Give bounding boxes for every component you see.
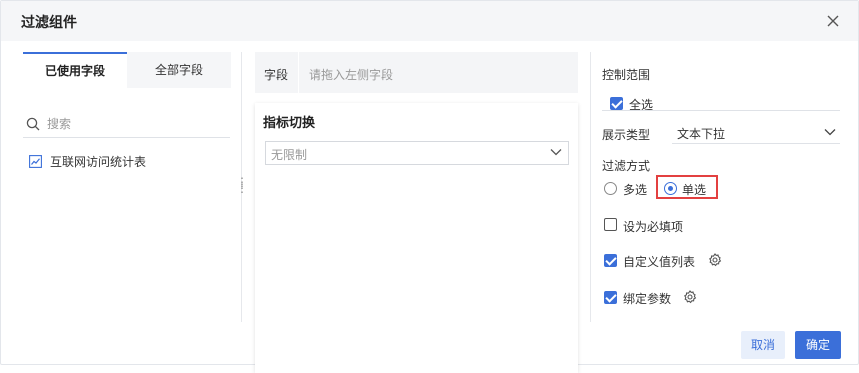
ok-button[interactable]: 确定 [795, 331, 841, 359]
field-search [23, 111, 230, 138]
select-all-checkbox[interactable] [610, 97, 623, 110]
field-drop-zone[interactable]: 请拖入左侧字段 [298, 52, 579, 93]
radio-single[interactable] [664, 182, 677, 195]
dialog-titlebar: 过滤组件 [1, 1, 858, 41]
display-type-select[interactable]: 文本下拉 [672, 118, 840, 144]
tab-all-fields[interactable]: 全部字段 [127, 52, 231, 88]
filter-mode-label: 过滤方式 [602, 159, 651, 173]
divider [590, 52, 591, 322]
cancel-button[interactable]: 取消 [741, 331, 785, 359]
control-range-label: 控制范围 [602, 68, 651, 82]
filter-select-value: 无限制 [271, 148, 308, 162]
required-checkbox[interactable] [604, 218, 617, 231]
radio-single-label: 单选 [682, 183, 707, 197]
filter-preview-card: 指标切换 无限制 [255, 103, 578, 373]
divider [672, 143, 840, 144]
drag-handle-icon[interactable]: ⋮ ⋮ [236, 176, 248, 197]
chevron-down-icon [550, 149, 562, 156]
field-drop-bar: 字段 请拖入左侧字段 [255, 52, 578, 93]
close-icon[interactable] [826, 14, 840, 28]
display-type-label: 展示类型 [602, 128, 651, 142]
bind-params-checkbox[interactable] [604, 291, 617, 304]
gear-icon[interactable] [708, 253, 722, 267]
field-tabs: 已使用字段 全部字段 [23, 52, 231, 88]
gear-icon[interactable] [683, 290, 697, 304]
tab-used-fields[interactable]: 已使用字段 [23, 52, 127, 88]
field-label: 字段 [264, 68, 289, 82]
display-type-value: 文本下拉 [677, 127, 726, 141]
card-title: 指标切换 [263, 116, 316, 131]
required-label: 设为必填项 [623, 220, 684, 234]
field-panel: 已使用字段 全部字段 互联网访问统计表 [23, 52, 231, 169]
search-input[interactable] [45, 113, 229, 135]
radio-multi-label: 多选 [623, 183, 648, 197]
radio-multi[interactable] [604, 182, 617, 195]
list-item[interactable]: 互联网访问统计表 [29, 152, 146, 170]
drop-placeholder: 请拖入左侧字段 [309, 68, 394, 82]
list-item-label: 互联网访问统计表 [50, 154, 147, 169]
divider [602, 110, 840, 111]
chevron-down-icon [824, 129, 836, 136]
filter-component-dialog: 过滤组件 已使用字段 全部字段 互联网访问统计表 ⋮⋮ [0, 0, 859, 373]
search-icon [26, 117, 40, 131]
dialog-title: 过滤组件 [21, 15, 77, 31]
bind-params-label: 绑定参数 [623, 292, 672, 306]
custom-values-label: 自定义值列表 [623, 255, 696, 269]
filter-select[interactable]: 无限制 [265, 141, 569, 165]
line-chart-icon [29, 154, 42, 168]
custom-values-checkbox[interactable] [604, 254, 617, 267]
